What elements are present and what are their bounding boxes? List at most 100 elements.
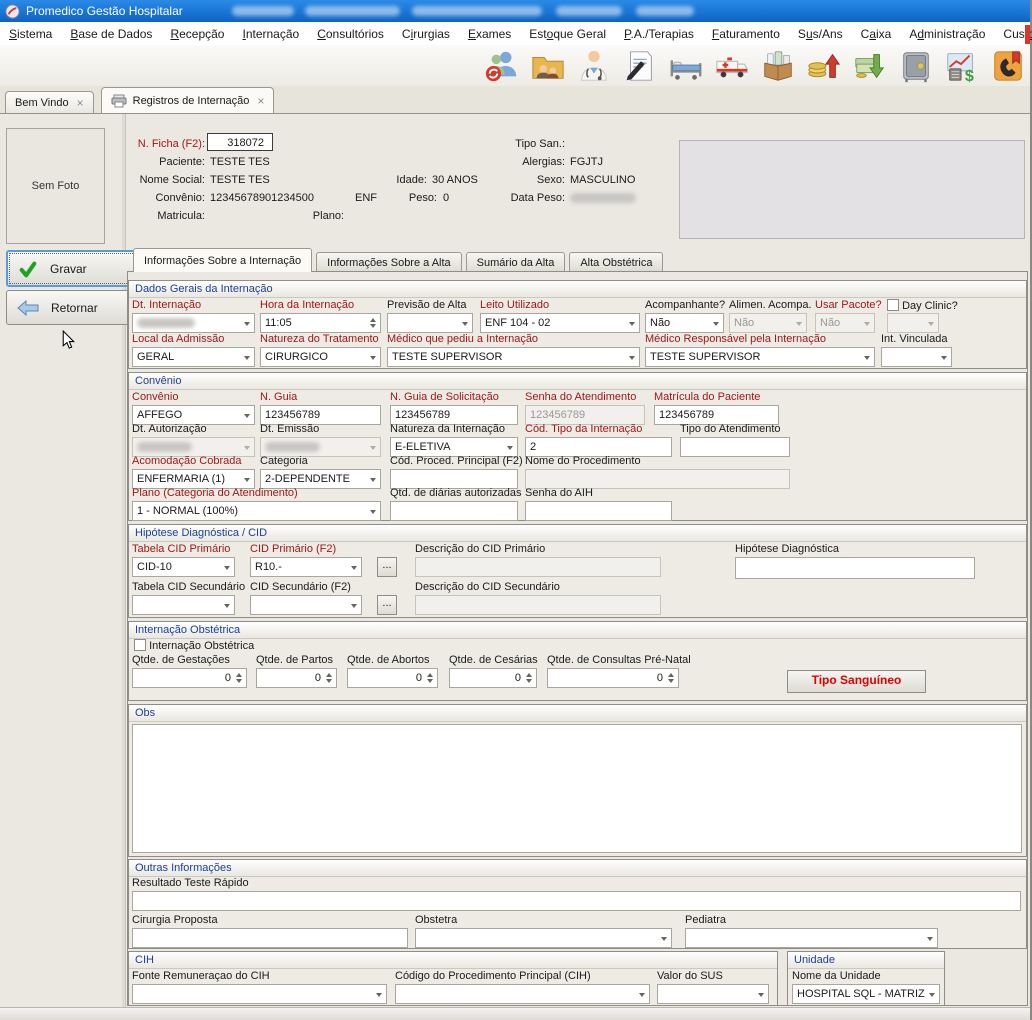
local-admissao-combo[interactable]: GERAL bbox=[132, 347, 255, 367]
sync-users-icon[interactable] bbox=[483, 47, 521, 84]
tabela-cid-secundario-combo[interactable] bbox=[132, 595, 235, 615]
natureza-internacao-combo[interactable]: E-ELETIVA bbox=[390, 437, 518, 457]
acomodacao-cobrada-combo[interactable]: ENFERMARIA (1) bbox=[132, 469, 255, 489]
tipo-atendimento-input[interactable] bbox=[680, 437, 790, 457]
ambulance-icon[interactable] bbox=[713, 47, 751, 84]
menu-item-faturamento[interactable]: Faturamento bbox=[703, 24, 789, 44]
menu-item-estoque-geral[interactable]: Estoque Geral bbox=[520, 24, 615, 44]
hipotese-diagnostica-input[interactable] bbox=[735, 557, 975, 579]
acompanhante-combo[interactable]: Não bbox=[645, 313, 724, 333]
tab-bem-vindo[interactable]: Bem Vindo × bbox=[5, 91, 94, 113]
spin-up-icon[interactable] bbox=[236, 670, 242, 677]
qtde-cesarias-spinner[interactable]: 0 bbox=[449, 668, 537, 688]
patients-folder-icon[interactable] bbox=[529, 47, 567, 84]
resultado-teste-rapido-input[interactable] bbox=[132, 891, 1021, 911]
pharmacy-supplies-icon[interactable] bbox=[759, 47, 797, 84]
day-clinic-checkbox[interactable] bbox=[887, 299, 899, 311]
menu-item-cirurgias[interactable]: Cirurgias bbox=[393, 24, 459, 44]
doctor-icon[interactable] bbox=[575, 47, 613, 84]
dt-internacao-combo[interactable] bbox=[132, 313, 255, 333]
spin-up-icon[interactable] bbox=[668, 670, 674, 677]
natureza-tratamento-combo[interactable]: CIRURGICO bbox=[260, 347, 381, 367]
cid-secundario-combo[interactable] bbox=[250, 595, 362, 615]
menu-item-consult-rios[interactable]: Consultórios bbox=[308, 24, 393, 44]
return-button[interactable]: Retornar bbox=[6, 290, 144, 325]
tab-informacoes-alta[interactable]: Informações Sobre a Alta bbox=[316, 252, 462, 272]
dt-emissao-combo[interactable] bbox=[260, 437, 381, 457]
leito-combo[interactable]: ENF 104 - 02 bbox=[480, 313, 640, 333]
spin-down-icon[interactable] bbox=[326, 679, 332, 686]
senha-atendimento-input[interactable]: 123456789 bbox=[525, 405, 645, 425]
save-button[interactable]: Gravar bbox=[6, 250, 146, 287]
hospital-bed-icon[interactable] bbox=[667, 47, 705, 84]
fonte-remuneracao-combo[interactable] bbox=[132, 984, 387, 1004]
cirurgia-proposta-input[interactable] bbox=[132, 928, 408, 948]
qtde-abortos-spinner[interactable]: 0 bbox=[347, 668, 438, 688]
menu-item-p-a-terapias[interactable]: P.A./Terapias bbox=[615, 24, 703, 44]
tab-informacoes-internacao[interactable]: Informações Sobre a Internação bbox=[133, 248, 312, 272]
ficha-input[interactable]: 318072 bbox=[207, 133, 273, 151]
n-guia-solicitacao-input[interactable]: 123456789 bbox=[390, 405, 518, 425]
pediatra-combo[interactable] bbox=[685, 928, 938, 948]
hora-internacao-spinner[interactable]: 11:05 bbox=[260, 313, 381, 333]
menu-item-exames[interactable]: Exames bbox=[459, 24, 520, 44]
close-icon[interactable]: × bbox=[77, 96, 84, 110]
cod-tipo-internacao-input[interactable]: 2 bbox=[525, 437, 672, 457]
descricao-cid-primario-input[interactable] bbox=[415, 557, 661, 577]
menu-item-caixa[interactable]: Caixa bbox=[852, 24, 901, 44]
spin-down-icon[interactable] bbox=[427, 679, 433, 686]
valor-sus-combo[interactable] bbox=[657, 984, 769, 1004]
cash-in-icon[interactable] bbox=[805, 47, 843, 84]
usar-pacote-combo[interactable]: Não bbox=[815, 313, 875, 333]
convenio-combo[interactable]: AFFEGO bbox=[132, 405, 255, 425]
browse-cid-primario-button[interactable]: ... bbox=[377, 557, 397, 577]
nome-procedimento-input[interactable] bbox=[525, 469, 790, 489]
spin-down-icon[interactable] bbox=[668, 679, 674, 686]
internacao-obstetrica-checkbox[interactable] bbox=[134, 639, 146, 651]
qtde-gestacoes-spinner[interactable]: 0 bbox=[132, 668, 247, 688]
tab-sumario-alta[interactable]: Sumário da Alta bbox=[466, 252, 566, 272]
close-icon[interactable]: × bbox=[257, 94, 264, 108]
cash-out-icon[interactable] bbox=[851, 47, 889, 84]
tipo-sanguineo-button[interactable]: Tipo Sanguíneo bbox=[787, 670, 926, 693]
menu-item-base-de-dados[interactable]: Base de Dados bbox=[61, 24, 161, 44]
qtd-diarias-input[interactable] bbox=[390, 501, 518, 521]
medico-pediu-combo[interactable]: TESTE SUPERVISOR bbox=[387, 347, 640, 367]
descricao-cid-secundario-input[interactable] bbox=[415, 595, 661, 615]
safe-icon[interactable] bbox=[897, 47, 935, 84]
admission-document-icon[interactable] bbox=[621, 47, 659, 84]
qtde-partos-spinner[interactable]: 0 bbox=[256, 668, 337, 688]
spin-up-icon[interactable] bbox=[427, 670, 433, 677]
medico-responsavel-combo[interactable]: TESTE SUPERVISOR bbox=[645, 347, 875, 367]
cod-proced-principal-input[interactable] bbox=[390, 469, 518, 489]
nome-unidade-combo[interactable]: HOSPITAL SQL - MATRIZ bbox=[792, 984, 940, 1004]
codigo-procedimento-cih-combo[interactable] bbox=[395, 984, 650, 1004]
obstetra-combo[interactable] bbox=[415, 928, 672, 948]
tabela-cid-primario-combo[interactable]: CID-10 bbox=[132, 557, 235, 577]
cid-primario-combo[interactable]: R10.- bbox=[250, 557, 362, 577]
spin-down-icon[interactable] bbox=[236, 679, 242, 686]
senha-aih-input[interactable] bbox=[525, 501, 672, 521]
spin-up-icon[interactable] bbox=[526, 670, 532, 677]
spin-up-icon[interactable] bbox=[326, 670, 332, 677]
qtde-consultas-prenatal-spinner[interactable]: 0 bbox=[547, 668, 679, 688]
previsao-alta-combo[interactable] bbox=[387, 313, 473, 333]
plano-combo[interactable]: 1 - NORMAL (100%) bbox=[132, 501, 381, 521]
financial-report-icon[interactable]: $ bbox=[943, 47, 981, 84]
spin-down-icon[interactable] bbox=[370, 324, 376, 331]
alimen-acompa-combo[interactable]: Não bbox=[729, 313, 807, 333]
menu-item-sus-ans[interactable]: Sus/Ans bbox=[789, 24, 852, 44]
phone-contacts-icon[interactable] bbox=[989, 47, 1027, 84]
spin-up-icon[interactable] bbox=[370, 315, 376, 322]
dt-autorizacao-combo[interactable] bbox=[132, 437, 255, 457]
tab-alta-obstetrica[interactable]: Alta Obstétrica bbox=[569, 252, 663, 272]
categoria-combo[interactable]: 2-DEPENDENTE bbox=[260, 469, 381, 489]
n-guia-input[interactable]: 123456789 bbox=[260, 405, 381, 425]
tab-registros-de-internacao[interactable]: Registros de Internação × bbox=[101, 87, 275, 113]
menu-item-interna-o[interactable]: Internação bbox=[233, 24, 308, 44]
browse-cid-secundario-button[interactable]: ... bbox=[377, 595, 397, 615]
menu-item-recep-o[interactable]: Recepção bbox=[161, 24, 233, 44]
spin-down-icon[interactable] bbox=[526, 679, 532, 686]
obs-textarea[interactable] bbox=[132, 724, 1022, 853]
menu-item-sistema[interactable]: Sistema bbox=[0, 24, 61, 44]
